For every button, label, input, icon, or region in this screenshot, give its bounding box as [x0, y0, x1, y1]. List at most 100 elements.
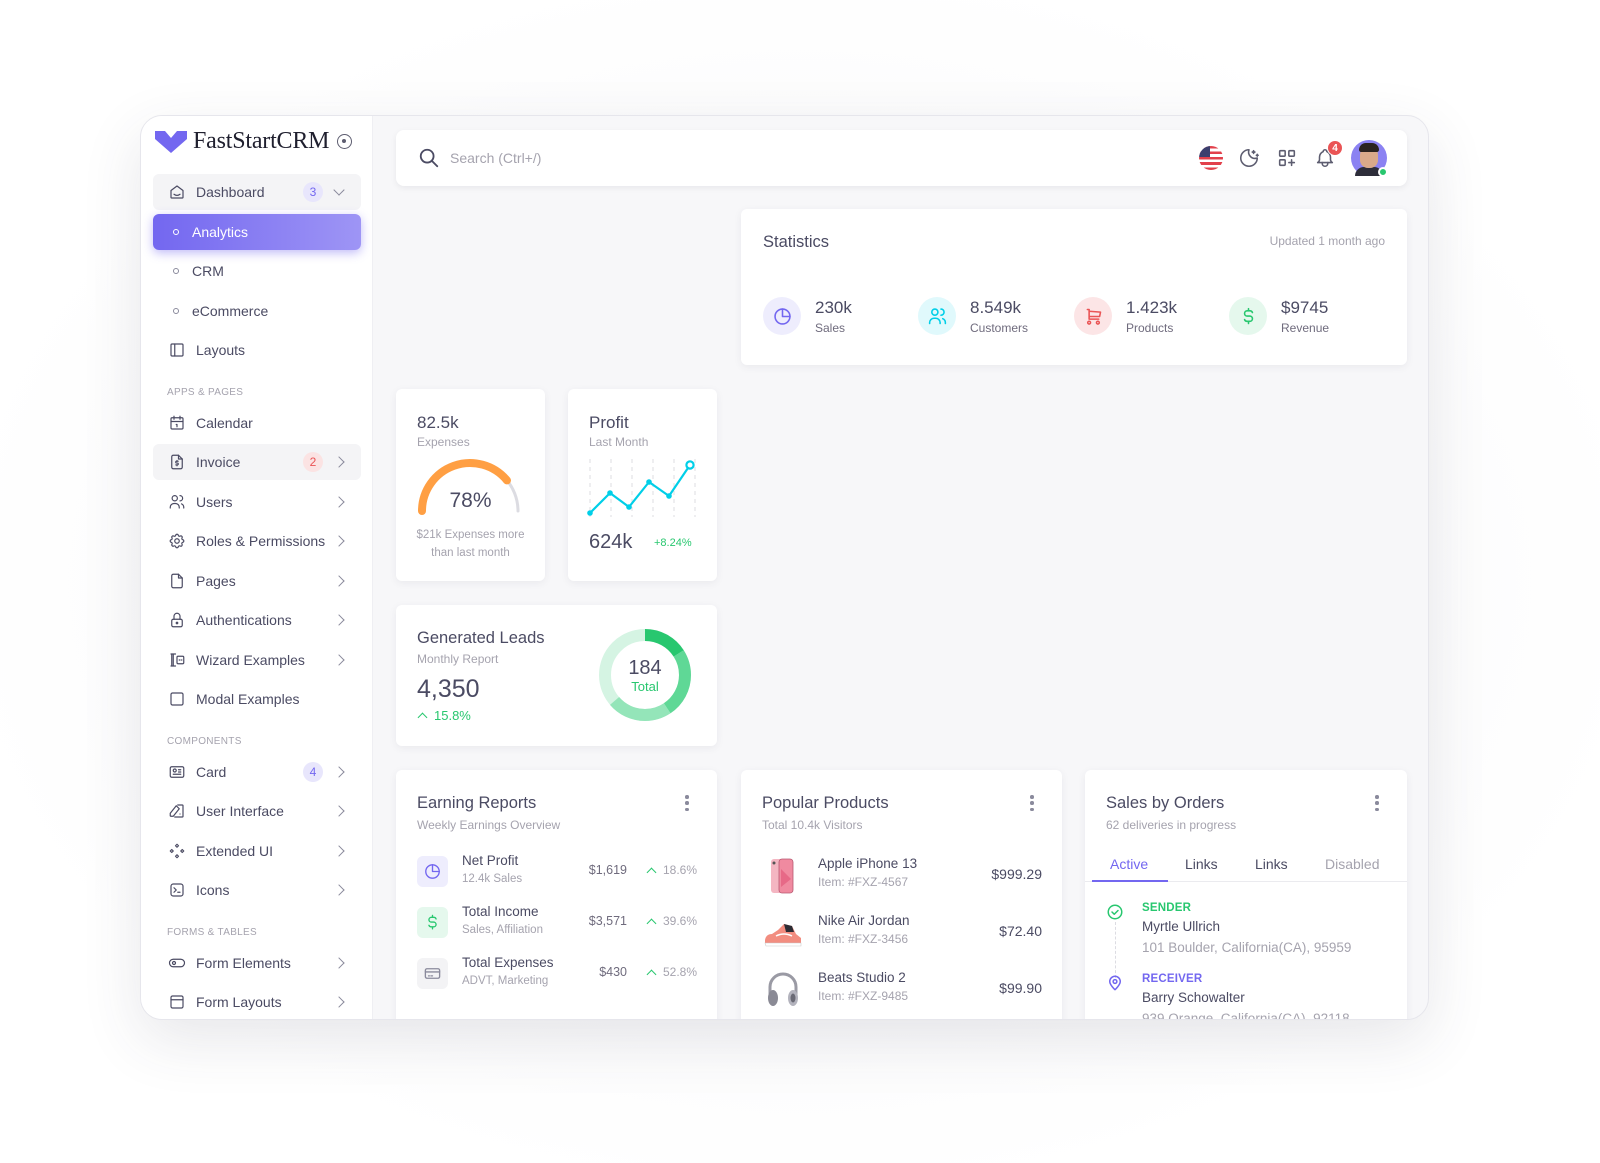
cart-icon: [1086, 308, 1101, 325]
card-title: Earning Reports: [417, 794, 537, 812]
search-input[interactable]: [450, 146, 850, 170]
row-percent-text: 52.8%: [662, 965, 697, 979]
sidebar-item-invoice[interactable]: Invoice 2: [153, 444, 361, 480]
sidebar-item-label: Analytics: [192, 223, 249, 240]
more-options-button[interactable]: [1030, 795, 1034, 811]
timeline-address: 939 Orange, California(CA), 92118: [1142, 1011, 1350, 1020]
data-point: [626, 504, 632, 510]
product-row[interactable]: Beats Studio 2 Item: #FXZ-9485 $99.90: [762, 968, 1042, 1012]
card-subtitle: Total 10.4k Visitors: [762, 818, 863, 832]
tab-links[interactable]: Links: [1185, 856, 1218, 872]
sidebar-item-modal-examples[interactable]: Modal Examples: [153, 681, 361, 717]
notifications-button[interactable]: 4: [1313, 140, 1343, 170]
tab-links-2[interactable]: Links: [1255, 856, 1288, 872]
profit-sparkline: [587, 459, 696, 517]
profit-value: 624k: [589, 531, 633, 553]
product-row[interactable]: Nike Air Jordan Item: #FXZ-3456 $72.40: [762, 911, 1042, 955]
stat-icon-wrapper: [1229, 297, 1267, 335]
row-percent-text: 39.6%: [662, 914, 697, 928]
chevron-right-icon: [333, 765, 345, 778]
chevron-right-icon: [333, 456, 345, 468]
check-circle-icon: [1107, 904, 1123, 920]
chevron-right-icon: [333, 956, 345, 969]
sidebar-item-card[interactable]: Card 4: [153, 754, 361, 790]
donut-total-label: Total: [631, 679, 659, 694]
product-item-id: Item: #FXZ-3456: [818, 932, 909, 946]
stat-value: 1.423k: [1126, 297, 1178, 317]
brand-logo-icon: [155, 130, 187, 153]
stat-icon-wrapper: [1074, 297, 1112, 335]
sidebar-nav: Dashboard 3 Analytics CRM eCommerce Layo…: [153, 174, 361, 1019]
sidebar-item-layouts[interactable]: Layouts: [153, 332, 361, 368]
card-subtitle: 62 deliveries in progress: [1106, 818, 1237, 832]
list-item: Total Income Sales, Affiliation $3,571 3…: [417, 903, 697, 943]
pie-chart-icon: [425, 864, 440, 879]
product-name: Apple iPhone 13: [818, 856, 918, 871]
sidebar: FastStartCRM Dashboard 3 Analytics CRM e…: [141, 116, 373, 1019]
stat-products: 1.423k Products: [1074, 297, 1177, 335]
sidebar-item-label: Wizard Examples: [196, 651, 305, 668]
data-point: [587, 510, 593, 516]
sidebar-item-label: Calendar: [196, 414, 253, 431]
product-item-id: Item: #FXZ-9485: [818, 989, 909, 1003]
active-tab-indicator: [1092, 880, 1168, 882]
wizard-icon: [168, 651, 186, 669]
row-amount: $3,571: [588, 914, 627, 928]
row-title: Net Profit: [462, 853, 519, 868]
leads-value: 4,350: [417, 675, 480, 703]
brand[interactable]: FastStartCRM: [155, 128, 353, 155]
map-pin-icon: [1109, 975, 1121, 991]
theme-toggle-button[interactable]: [1237, 146, 1261, 170]
row-amount: $430: [599, 965, 627, 979]
credit-card-icon: [424, 968, 441, 979]
product-price: $99.90: [999, 980, 1042, 996]
sidebar-item-label: Invoice: [196, 454, 241, 470]
more-options-button[interactable]: [1375, 795, 1379, 811]
sidebar-item-users[interactable]: Users: [153, 484, 361, 520]
sidebar-item-dashboard[interactable]: Dashboard 3: [153, 174, 361, 210]
apps-grid-icon: [1278, 149, 1296, 167]
sidebar-item-label: Dashboard: [196, 184, 265, 200]
leads-delta-text: 15.8%: [434, 708, 471, 723]
shortcuts-button[interactable]: [1275, 146, 1299, 170]
pie-chart-icon: [773, 307, 791, 325]
sidebar-item-form-layouts[interactable]: Form Layouts: [153, 984, 361, 1019]
us-flag-icon: [1199, 146, 1223, 170]
sidebar-item-analytics[interactable]: Analytics: [153, 213, 361, 250]
stat-customers: 8.549k Customers: [918, 297, 1028, 335]
sidebar-item-label: User Interface: [196, 803, 284, 819]
card-title: Generated Leads: [417, 629, 545, 647]
product-name: Nike Air Jordan: [818, 913, 910, 928]
sidebar-item-crm[interactable]: CRM: [153, 253, 361, 289]
icon-wrapper: [417, 958, 448, 989]
square-icon: [168, 690, 186, 708]
language-button[interactable]: [1199, 146, 1223, 170]
phone-image: [771, 858, 794, 894]
sales-by-orders-card: Sales by Orders 62 deliveries in progres…: [1085, 770, 1407, 1020]
avatar-hair: [1359, 143, 1379, 152]
more-options-button[interactable]: [685, 795, 689, 811]
tab-active[interactable]: Active: [1110, 856, 1148, 872]
sidebar-item-roles-permissions[interactable]: Roles & Permissions: [153, 523, 361, 559]
ui-icon: [168, 802, 186, 820]
product-row[interactable]: Apple iPhone 13 Item: #FXZ-4567 $999.29: [762, 854, 1042, 898]
circle-icon: [173, 268, 179, 274]
sidebar-item-extended-ui[interactable]: Extended UI: [153, 833, 361, 869]
stat-label: Revenue: [1281, 320, 1330, 335]
sidebar-item-calendar[interactable]: Calendar: [153, 405, 361, 441]
data-point: [607, 490, 613, 496]
sidebar-item-icons[interactable]: Icons: [153, 872, 361, 908]
sidebar-item-user-interface[interactable]: User Interface: [153, 793, 361, 829]
sidebar-item-wizard-examples[interactable]: Wizard Examples: [153, 642, 361, 678]
sidebar-item-authentications[interactable]: Authentications: [153, 602, 361, 638]
user-avatar[interactable]: [1351, 140, 1388, 177]
timeline-name: Barry Schowalter: [1142, 990, 1245, 1005]
sidebar-pin-toggle[interactable]: [337, 134, 353, 149]
users-icon: [928, 307, 946, 324]
sidebar-item-ecommerce[interactable]: eCommerce: [153, 293, 361, 329]
sidebar-item-label: Card: [196, 763, 227, 780]
search-icon[interactable]: [418, 147, 440, 169]
sidebar-item-pages[interactable]: Pages: [153, 563, 361, 599]
sidebar-item-form-elements[interactable]: Form Elements: [153, 945, 361, 981]
card-title: Popular Products: [762, 794, 889, 812]
